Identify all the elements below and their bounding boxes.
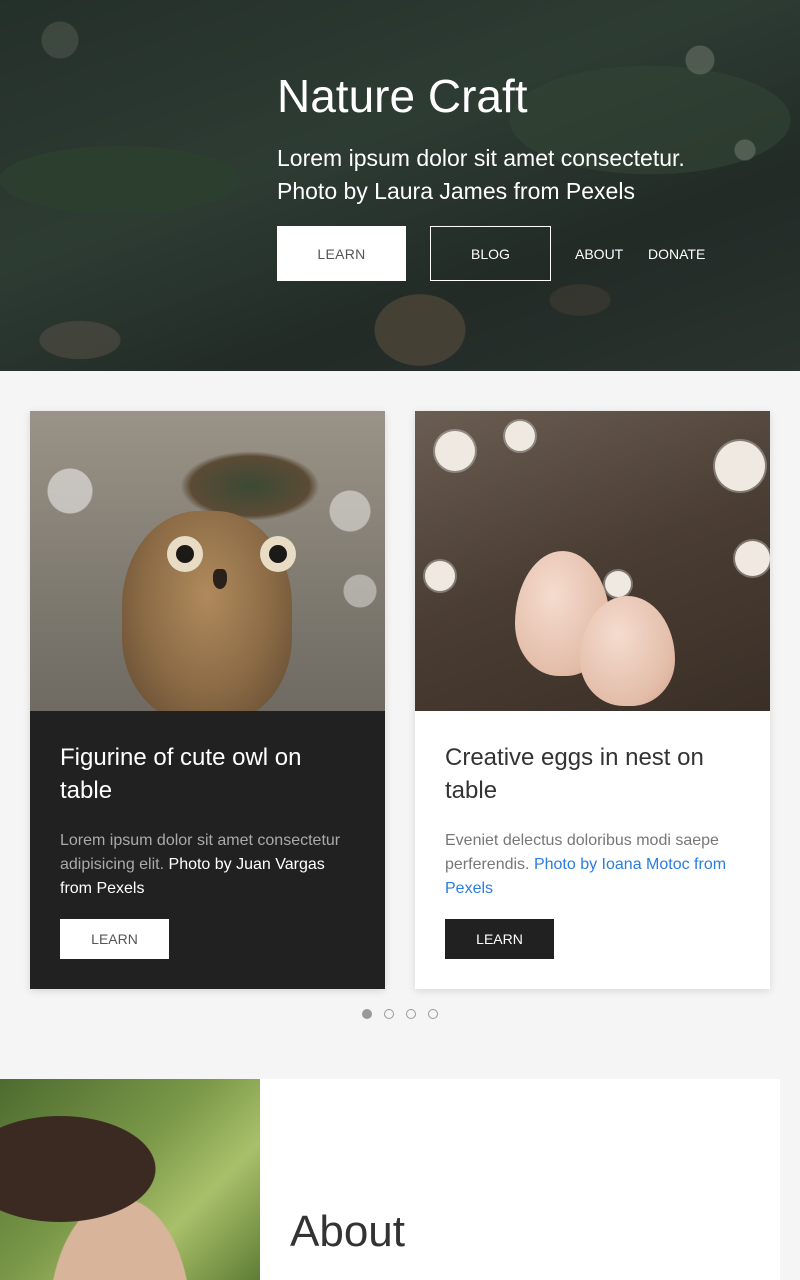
hero-donate-link[interactable]: DONATE xyxy=(648,226,705,281)
carousel-dot-2[interactable] xyxy=(384,1009,394,1019)
card-title: Creative eggs in nest on table xyxy=(445,744,704,804)
hero-content: Nature Craft Lorem ipsum dolor sit amet … xyxy=(277,68,777,281)
card-text: Lorem ipsum dolor sit amet consectetur a… xyxy=(60,829,355,901)
about-title: About xyxy=(290,1207,405,1256)
hero-actions: LEARN BLOG ABOUT DONATE xyxy=(277,226,777,282)
hero-section: Nature Craft Lorem ipsum dolor sit amet … xyxy=(0,0,800,371)
blossom xyxy=(505,421,535,451)
card-learn-button[interactable]: LEARN xyxy=(60,919,169,959)
about-section: About xyxy=(260,1079,780,1280)
owl-beak xyxy=(213,569,227,589)
owl-eye-left xyxy=(167,536,203,572)
hero-blog-button[interactable]: BLOG xyxy=(430,226,551,281)
card-title: Figurine of cute owl on table xyxy=(60,744,302,804)
hero-learn-button[interactable]: LEARN xyxy=(277,226,406,281)
hero-subtitle: Lorem ipsum dolor sit amet consectetur. … xyxy=(277,142,777,208)
blossom xyxy=(435,431,475,471)
carousel-dot-3[interactable] xyxy=(406,1009,416,1019)
hero-about-link[interactable]: ABOUT xyxy=(575,226,623,281)
card-owl: Figurine of cute owl on table Lorem ipsu… xyxy=(30,411,385,989)
blossom xyxy=(715,441,765,491)
carousel-dots xyxy=(362,1009,438,1019)
eggs-nest-image xyxy=(415,411,770,711)
blossom xyxy=(605,571,631,597)
owl-eye-right xyxy=(260,536,296,572)
hero-subtitle-line2: Photo by Laura James from Pexels xyxy=(277,178,635,204)
egg-right xyxy=(580,596,675,706)
card-eggs: Creative eggs in nest on table Eveniet d… xyxy=(415,411,770,989)
blossom xyxy=(425,561,455,591)
card-learn-button[interactable]: LEARN xyxy=(445,919,554,959)
carousel-dot-1[interactable] xyxy=(362,1009,372,1019)
card-body: Figurine of cute owl on table Lorem ipsu… xyxy=(30,711,385,901)
about-photo xyxy=(0,1079,260,1280)
hero-title: Nature Craft xyxy=(277,70,528,122)
owl-figurine-image xyxy=(30,411,385,711)
carousel-dot-4[interactable] xyxy=(428,1009,438,1019)
card-body: Creative eggs in nest on table Eveniet d… xyxy=(415,711,770,901)
blossom xyxy=(735,541,770,576)
hero-subtitle-line1: Lorem ipsum dolor sit amet consectetur. xyxy=(277,145,685,171)
card-text: Eveniet delectus doloribus modi saepe pe… xyxy=(445,829,740,901)
